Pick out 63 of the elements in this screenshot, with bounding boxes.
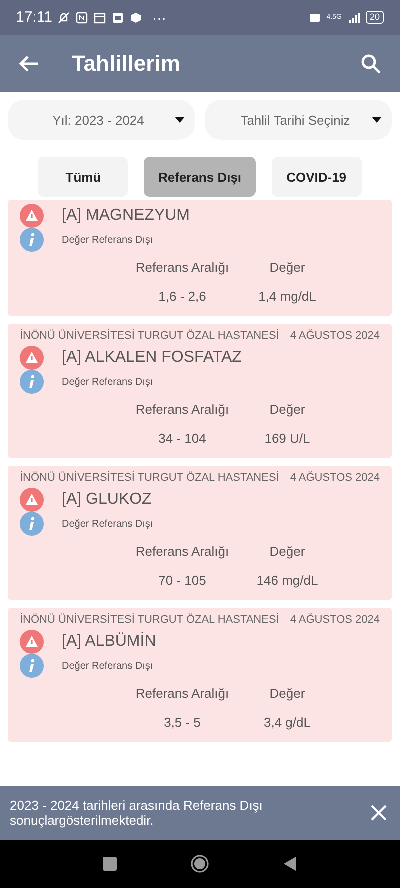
result-card[interactable]: [A] MAGNEZYUM Değer Referans Dışı Referans Aralığı Değer 1,6 - 2,6 1,4 mg/dL: [8, 200, 392, 316]
more-notifications: ···: [152, 10, 166, 26]
bell-off-icon: [58, 12, 70, 24]
range-label: Referans Aralığı: [136, 544, 230, 559]
signal-icon: [348, 12, 360, 24]
test-name: [A] GLUKOZ: [62, 491, 152, 509]
warning-icon: [20, 204, 44, 228]
warning-icon: [20, 630, 44, 654]
filter-tab[interactable]: Referans Dışı: [144, 157, 256, 197]
caret-icon: [175, 117, 185, 123]
test-name: [A] ALKALEN FOSFATAZ: [62, 349, 242, 367]
hospital-name: İNÖNÜ ÜNİVERSİTESİ TURGUT ÖZAL HASTANESİ: [20, 614, 280, 626]
value-label: Değer: [270, 260, 306, 275]
result-card[interactable]: İNÖNÜ ÜNİVERSİTESİ TURGUT ÖZAL HASTANESİ 4 AĞUSTOS 2024 [A] GLUKOZ Değer Referans Dışı Referans Aralığı Değer 70 - 105 146 mg/dL: [8, 466, 392, 600]
reference-range: 70 - 105: [158, 573, 206, 588]
test-name: [A] ALBÜMİN: [62, 633, 156, 651]
year-dropdown[interactable]: Yıl: 2023 - 2024: [8, 100, 195, 140]
status-text: Değer Referans Dışı: [62, 660, 154, 672]
status-time: 17:11: [16, 9, 52, 26]
result-date: 4 AĞUSTOS 2024: [290, 472, 380, 484]
battery-level: 20: [366, 11, 384, 24]
status-text: Değer Referans Dışı: [62, 234, 154, 246]
result-value: 1,4 mg/dL: [258, 289, 316, 304]
info-icon[interactable]: [20, 512, 44, 536]
result-date: 4 AĞUSTOS 2024: [290, 330, 380, 342]
reference-range: 34 - 104: [158, 431, 206, 446]
recents-button[interactable]: [101, 855, 119, 873]
calendar-icon: [94, 12, 106, 24]
nfc-icon: [76, 12, 88, 24]
warning-icon: [20, 346, 44, 370]
reference-range: 3,5 - 5: [164, 715, 201, 730]
info-icon[interactable]: [20, 654, 44, 678]
result-card[interactable]: İNÖNÜ ÜNİVERSİTESİ TURGUT ÖZAL HASTANESİ 4 AĞUSTOS 2024 [A] ALBÜMİN Değer Referans Dışı Referans Aralığı Değer 3,5 - 5 3,4 g/dL: [8, 608, 392, 742]
result-card[interactable]: İNÖNÜ ÜNİVERSİTESİ TURGUT ÖZAL HASTANESİ 4 AĞUSTOS 2024 [A] ALKALEN FOSFATAZ Değer Referans Dışı Referans Aralığı Değer 34 - 104 169 U/L: [8, 324, 392, 458]
box-icon: [130, 12, 142, 24]
reference-range: 1,6 - 2,6: [158, 289, 206, 304]
status-text: Değer Referans Dışı: [62, 376, 154, 388]
value-label: Değer: [270, 402, 306, 417]
info-icon[interactable]: [20, 228, 44, 252]
app-icon: [112, 12, 124, 24]
filter-tab[interactable]: Tümü: [38, 157, 128, 197]
warning-icon: [20, 488, 44, 512]
range-label: Referans Aralığı: [136, 260, 230, 275]
range-label: Referans Aralığı: [136, 402, 230, 417]
filter-tab[interactable]: COVID-19: [272, 157, 362, 197]
snackbar-message: 2023 - 2024 tarihleri arasında Referans Dışı sonuçlargösterilmektedir.: [10, 798, 264, 828]
status-text: Değer Referans Dışı: [62, 518, 154, 530]
result-value: 169 U/L: [264, 431, 310, 446]
search-icon[interactable]: [360, 52, 382, 74]
range-label: Referans Aralığı: [136, 686, 230, 701]
hospital-name: İNÖNÜ ÜNİVERSİTESİ TURGUT ÖZAL HASTANESİ: [20, 472, 280, 484]
result-date: 4 AĞUSTOS 2024: [290, 614, 380, 626]
test-name: [A] MAGNEZYUM: [62, 207, 190, 225]
home-button[interactable]: [191, 855, 209, 873]
caret-icon: [372, 117, 382, 123]
result-value: 3,4 g/dL: [264, 715, 311, 730]
value-label: Değer: [270, 544, 306, 559]
hospital-name: İNÖNÜ ÜNİVERSİTESİ TURGUT ÖZAL HASTANESİ: [20, 330, 280, 342]
result-value: 146 mg/dL: [256, 573, 318, 588]
value-label: Değer: [270, 686, 306, 701]
date-dropdown[interactable]: Tahlil Tarihi Seçiniz: [205, 100, 392, 140]
page-title: Tahlillerim: [72, 50, 182, 76]
info-icon[interactable]: [20, 370, 44, 394]
